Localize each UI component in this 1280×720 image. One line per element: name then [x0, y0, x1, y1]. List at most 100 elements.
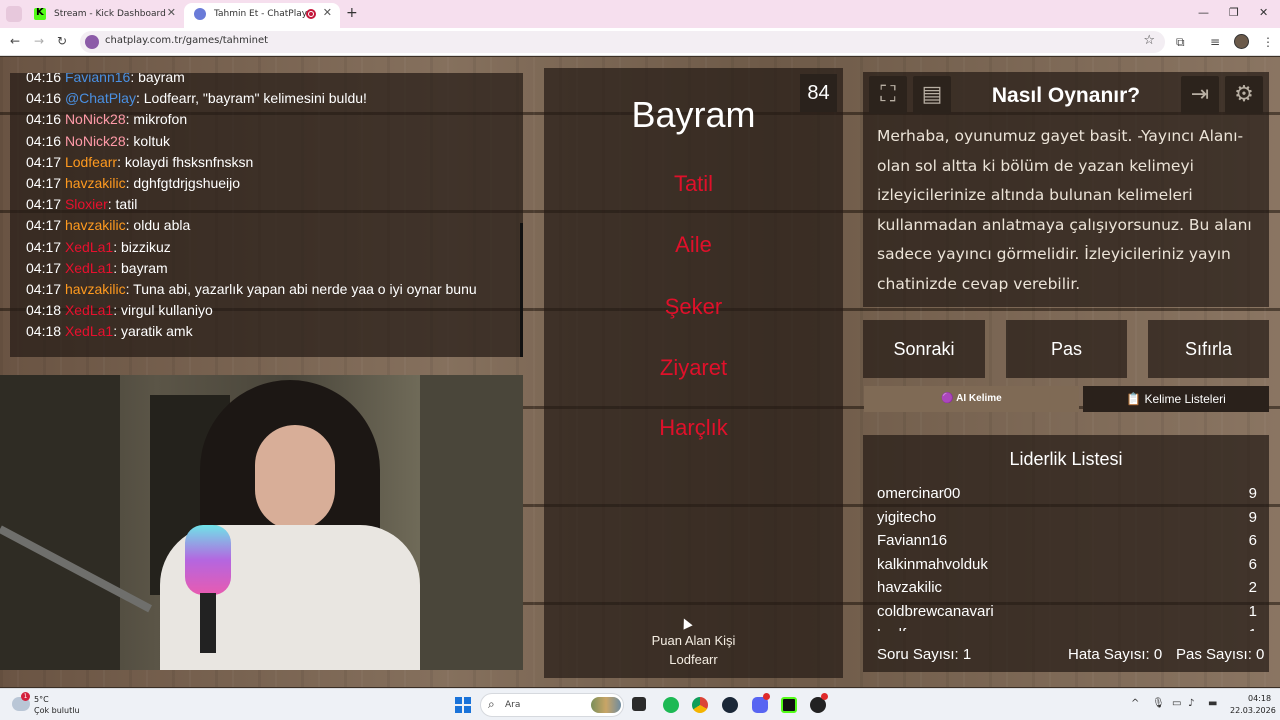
chat-username[interactable]: XedLa1 [65, 302, 113, 318]
chat-time: 04:16 [26, 111, 62, 128]
task-view-icon[interactable] [632, 697, 646, 711]
leaderboard-username: havzakilic [877, 579, 943, 596]
next-button[interactable]: Sonraki [863, 320, 985, 378]
kick-icon [34, 7, 46, 20]
exit-icon[interactable]: ⇥ [1181, 76, 1219, 114]
chat-time: 04:17 [26, 217, 62, 234]
chat-message: 04:17 Lodfearr: kolaydi fhsksnfnsksn [26, 153, 254, 170]
tab-title: Stream - Kick Dashboard [54, 9, 166, 19]
obs-icon[interactable] [781, 697, 797, 713]
word-card: 84 Bayram Tatil Aile Şeker Ziyaret Harçl… [544, 68, 843, 678]
tab-chatplay[interactable]: Tahmin Et - ChatPlay ✕ [184, 3, 340, 28]
close-tab-icon[interactable]: ✕ [167, 6, 176, 19]
site-info-icon[interactable] [85, 35, 99, 49]
chat-username[interactable]: @ChatPlay [65, 90, 136, 106]
chat-text: bayram [121, 259, 168, 276]
reading-list-icon[interactable]: ≡ [1210, 35, 1220, 49]
game-page: 04:16 Faviann16: bayram 04:16 @ChatPlay: … [0, 57, 1280, 687]
chat-username[interactable]: NoNick28 [65, 133, 126, 149]
ai-word-button[interactable]: 🟣 AI Kelime [864, 386, 1079, 412]
reload-icon[interactable]: ↻ [57, 34, 67, 48]
chat-message: 04:17 havzakilic: Tuna abi, yazarlık yap… [26, 280, 477, 297]
menu-icon[interactable]: ⋮ [1262, 35, 1274, 49]
tab-title: Tahmin Et - ChatPlay [214, 9, 308, 19]
scorer-label: Puan Alan Kişi [651, 633, 736, 648]
notes-icon[interactable]: ▤ [913, 76, 951, 114]
clock-date[interactable]: 22.03.2026 [1230, 706, 1276, 715]
chat-username[interactable]: Sloxier [65, 196, 108, 212]
close-window-button[interactable]: ✕ [1259, 6, 1268, 19]
steam-icon[interactable] [722, 697, 738, 713]
weather-temp[interactable]: 5°C [34, 695, 49, 704]
gear-icon[interactable]: ⚙ [1225, 76, 1263, 114]
leaderboard-username: yigitecho [877, 508, 937, 526]
chat-username[interactable]: Faviann16 [65, 73, 130, 85]
pass-button[interactable]: Pas [1006, 320, 1127, 378]
leaderboard-username: coldbrewcanavari [877, 602, 994, 620]
network-icon[interactable]: ▭ [1172, 698, 1181, 709]
mouse-cursor [679, 616, 693, 630]
tab-kick-dashboard[interactable]: Stream - Kick Dashboard ✕ [24, 3, 184, 28]
word-lists-button[interactable]: 📋 Kelime Listeleri [1083, 386, 1269, 412]
forward-icon[interactable]: → [34, 34, 44, 48]
url-field[interactable]: chatplay.com.tr/games/tahminet ☆ [80, 31, 1165, 53]
leaderboard-username: omercinar00 [877, 485, 961, 502]
spotify-icon[interactable] [663, 697, 679, 713]
tab-search-icon[interactable] [6, 6, 22, 22]
chat-panel: 04:16 Faviann16: bayram 04:16 @ChatPlay: … [10, 73, 523, 357]
leaderboard-score: 1 [1249, 626, 1257, 631]
chat-time: 04:16 [26, 73, 62, 85]
chrome-icon[interactable] [692, 697, 708, 713]
minimize-button[interactable]: — [1198, 6, 1209, 19]
search-placeholder: Ara [505, 700, 521, 710]
chat-time: 04:17 [26, 153, 62, 170]
chat-username[interactable]: NoNick28 [65, 111, 126, 127]
chevron-up-icon[interactable]: ^ [1131, 698, 1139, 709]
start-button[interactable] [455, 697, 471, 713]
extensions-icon[interactable]: ⧉ [1176, 35, 1185, 50]
restore-button[interactable]: ❐ [1229, 6, 1239, 19]
chat-username[interactable]: XedLa1 [65, 239, 113, 255]
leaderboard-username: kalkinmahvolduk [877, 555, 988, 573]
chat-username[interactable]: havzakilic [65, 217, 126, 233]
chat-message: 04:18 XedLa1: yaratik amk [26, 323, 193, 340]
leaderboard-score: 9 [1248, 508, 1257, 526]
new-tab-button[interactable]: + [346, 5, 358, 21]
leaderboard-score: 6 [1248, 555, 1257, 573]
weather-desc[interactable]: Çok bulutlu [34, 706, 80, 715]
profile-avatar[interactable] [1234, 34, 1249, 49]
tab-strip: Stream - Kick Dashboard ✕ Tahmin Et - Ch… [0, 0, 1280, 28]
taskbar: 1 5°C Çok bulutlu ⌕ Ara ^ 🎙 ▭ ♪ ▬ 04:18 … [0, 688, 1280, 720]
chat-username[interactable]: XedLa1 [65, 260, 113, 276]
bookmark-star-icon[interactable]: ☆ [1143, 33, 1155, 48]
forbidden-word: Harçlık [659, 415, 728, 440]
question-count: Soru Sayısı: 1 [877, 646, 972, 663]
notification-badge [821, 693, 828, 700]
chat-text: koltuk [133, 132, 170, 149]
chat-message: 04:18 XedLa1: virgul kullaniyo [26, 302, 213, 319]
leaderboard-score: 1 [1248, 602, 1257, 620]
chat-username[interactable]: havzakilic [65, 281, 126, 297]
url-text: chatplay.com.tr/games/tahminet [105, 35, 269, 46]
chat-message: 04:16 @ChatPlay: Lodfearr, "bayram" keli… [26, 90, 367, 107]
close-tab-icon[interactable]: ✕ [323, 6, 332, 19]
chat-time: 04:18 [26, 302, 62, 319]
forbidden-word: Şeker [664, 294, 723, 319]
chat-text: Tuna abi, yazarlık yapan abi nerde yaa o… [133, 280, 477, 297]
webcam-feed [0, 375, 523, 670]
reset-button[interactable]: Sıfırla [1148, 320, 1269, 378]
chat-text: kolaydi fhsksnfnsksn [124, 153, 254, 170]
back-icon[interactable]: ← [10, 34, 20, 48]
taskbar-search[interactable]: ⌕ Ara [480, 693, 624, 717]
fullscreen-icon[interactable]: ⛶ [869, 76, 907, 114]
chat-username[interactable]: havzakilic [65, 175, 126, 191]
microphone-icon[interactable]: 🎙 [1152, 698, 1165, 709]
chat-username[interactable]: Lodfearr [65, 154, 117, 170]
volume-icon[interactable]: ♪ [1188, 698, 1194, 709]
leaderboard-score: 2 [1248, 579, 1257, 596]
clock-time[interactable]: 04:18 [1248, 694, 1271, 703]
chat-message: 04:16 NoNick28: mikrofon [26, 111, 188, 128]
leaderboard-score: 6 [1248, 532, 1257, 549]
battery-icon[interactable]: ▬ [1208, 698, 1217, 709]
chat-username[interactable]: XedLa1 [65, 323, 113, 339]
